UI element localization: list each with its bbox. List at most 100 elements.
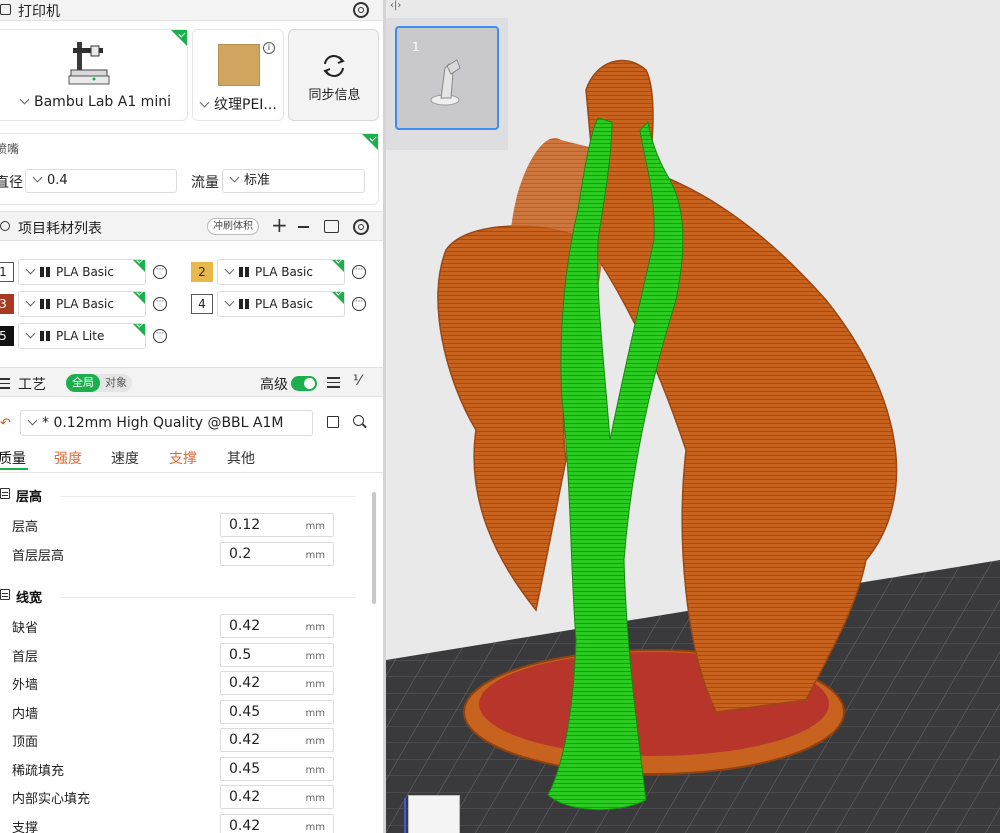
chevron-down-icon: [19, 94, 30, 105]
active-tab-indicator: [0, 468, 28, 470]
add-filament-icon[interactable]: +: [271, 213, 288, 237]
layer-height-group-icon: [0, 488, 10, 499]
selected-check-icon: [362, 134, 378, 150]
plate-type-card[interactable]: i 纹理PEI...: [192, 29, 284, 121]
plate-type-select[interactable]: 纹理PEI...: [199, 94, 277, 114]
remove-filament-icon[interactable]: [298, 226, 309, 228]
save-preset-icon[interactable]: [327, 416, 339, 428]
filament-slot-2[interactable]: 2: [191, 262, 213, 282]
process-section-header: 工艺 全局 对象 高级 ⅟: [0, 367, 383, 397]
nozzle-flow-select[interactable]: 标准: [222, 169, 365, 193]
sync-info-label: 同步信息: [308, 88, 361, 103]
filament-slot-3[interactable]: 3: [0, 294, 14, 314]
outer-wall-line-width-input[interactable]: 0.42 mm: [220, 671, 334, 695]
filament-settings-gear-icon[interactable]: [353, 219, 369, 235]
default-line-width-input[interactable]: 0.42 mm: [220, 614, 334, 638]
chevron-down-icon: [27, 415, 38, 426]
support-line-width-input[interactable]: 0.42 mm: [220, 814, 334, 833]
chevron-down-icon: [229, 172, 240, 183]
z-axis-indicator: [404, 798, 406, 833]
info-icon[interactable]: i: [263, 42, 275, 54]
layer-height-input[interactable]: 0.12 mm: [220, 513, 334, 537]
filament-more-options-icon[interactable]: ···: [153, 329, 167, 343]
setting-label-inner-wall: 内墙: [12, 707, 39, 722]
initial-layer-height-input[interactable]: 0.2 mm: [220, 542, 334, 566]
search-icon[interactable]: [353, 415, 367, 429]
bambu-logo-icon: [40, 299, 50, 309]
filament-more-options-icon[interactable]: ···: [352, 265, 366, 279]
view-orientation-cube[interactable]: [408, 795, 460, 833]
left-sidebar: 打印机 Bambu Lab A1 mini i 纹理PEI... 同步信息 喷嘴…: [0, 0, 383, 833]
global-toggle-option[interactable]: 全局: [66, 374, 100, 392]
selected-check-icon: [133, 292, 145, 304]
3d-viewport[interactable]: ‹|› 1: [386, 0, 1000, 833]
process-icon: [0, 376, 10, 389]
tab-support[interactable]: 支撑: [169, 448, 197, 468]
diameter-label: 直径: [0, 175, 23, 191]
filament-select-1[interactable]: PLA Basic: [18, 259, 146, 285]
list-view-icon[interactable]: [327, 377, 340, 388]
setting-label-default: 缺省: [12, 621, 39, 636]
setting-label-initial-layer-height: 首层层高: [12, 549, 65, 564]
filament-icon: [0, 221, 10, 231]
tab-speed[interactable]: 速度: [111, 448, 139, 468]
setting-label-layer-height: 层高: [12, 520, 39, 535]
nozzle-diameter-select[interactable]: 0.4: [25, 169, 177, 193]
printer-section-header: 打印机: [0, 0, 383, 21]
setting-label-internal-solid-infill: 内部实心填充: [12, 792, 91, 807]
inner-wall-line-width-input[interactable]: 0.45 mm: [220, 700, 334, 724]
filament-more-options-icon[interactable]: ···: [352, 297, 366, 311]
filament-name: PLA Basic: [56, 297, 114, 311]
printer-model-card[interactable]: Bambu Lab A1 mini: [0, 29, 188, 121]
sparse-infill-line-width-input[interactable]: 0.45 mm: [220, 757, 334, 781]
line-width-group-icon: [0, 589, 10, 600]
layer-height-group-title: 层高: [16, 490, 43, 505]
tab-quality[interactable]: 质量: [0, 448, 26, 468]
filament-slot-5[interactable]: 5: [0, 326, 14, 346]
first-layer-line-width-input[interactable]: 0.5 mm: [220, 643, 334, 667]
printer-section-title: 打印机: [18, 4, 60, 20]
printer-model-select[interactable]: Bambu Lab A1 mini: [19, 94, 171, 110]
filament-name: PLA Basic: [56, 265, 114, 279]
filament-slot-4[interactable]: 4: [191, 294, 213, 314]
printer-icon: [0, 4, 11, 15]
tab-strength[interactable]: 强度: [54, 448, 82, 468]
nozzle-diameter-value: 0.4: [47, 173, 68, 188]
object-toggle-option[interactable]: 对象: [101, 374, 131, 392]
filament-select-4[interactable]: PLA Basic: [217, 291, 345, 317]
top-surface-line-width-input[interactable]: 0.42 mm: [220, 728, 334, 752]
filament-slot-1[interactable]: 1: [0, 262, 14, 282]
sync-ams-icon[interactable]: [324, 220, 339, 233]
setting-label-sparse-infill: 稀疏填充: [12, 764, 65, 779]
reset-icon[interactable]: ↶: [0, 416, 11, 431]
selected-check-icon: [133, 324, 145, 336]
filament-name: PLA Basic: [255, 265, 313, 279]
setting-label-support: 支撑: [12, 821, 39, 833]
filament-select-2[interactable]: PLA Basic: [217, 259, 345, 285]
compare-presets-icon[interactable]: ⅟: [353, 373, 361, 389]
internal-solid-infill-line-width-input[interactable]: 0.42 mm: [220, 785, 334, 809]
filament-more-options-icon[interactable]: ···: [153, 265, 167, 279]
nozzle-flow-value: 标准: [244, 173, 271, 188]
bambu-logo-icon: [40, 267, 50, 277]
printer-settings-gear-icon[interactable]: [353, 2, 369, 18]
setting-label-top-surface: 顶面: [12, 735, 39, 750]
filament-select-3[interactable]: PLA Basic: [18, 291, 146, 317]
printer-model-label: Bambu Lab A1 mini: [34, 94, 171, 110]
flush-volume-button[interactable]: 冲刷体积: [207, 218, 259, 235]
sync-info-button[interactable]: 同步信息: [288, 29, 379, 121]
bambu-logo-icon: [40, 331, 50, 341]
tab-others[interactable]: 其他: [227, 448, 255, 468]
chevron-down-icon: [199, 97, 210, 108]
filament-name: PLA Basic: [255, 297, 313, 311]
process-section-title: 工艺: [18, 377, 46, 393]
filament-select-5[interactable]: PLA Lite: [18, 323, 146, 349]
process-preset-select[interactable]: * 0.12mm High Quality @BBL A1M: [20, 410, 313, 436]
settings-scrollbar[interactable]: [372, 492, 376, 604]
flow-label: 流量: [191, 175, 219, 191]
global-object-toggle[interactable]: 全局 对象: [66, 374, 132, 392]
filament-more-options-icon[interactable]: ···: [153, 297, 167, 311]
chevron-down-icon: [25, 264, 36, 275]
advanced-switch[interactable]: [291, 376, 317, 391]
filament-name: PLA Lite: [56, 329, 105, 343]
